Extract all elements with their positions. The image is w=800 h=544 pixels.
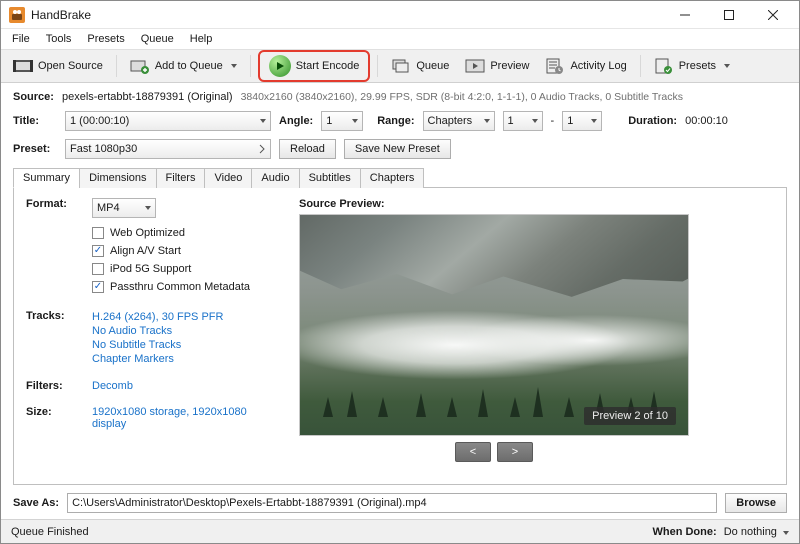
preview-next-button[interactable]: > — [497, 442, 533, 462]
presets-icon — [654, 56, 674, 76]
log-icon — [545, 56, 565, 76]
size-value[interactable]: 1920x1080 storage, 1920x1080 display — [92, 406, 281, 430]
range-to-dropdown[interactable]: 1 — [562, 111, 602, 131]
preset-label: Preset: — [13, 143, 57, 155]
range-type-dropdown[interactable]: Chapters — [423, 111, 495, 131]
source-info: 3840x2160 (3840x2160), 29.99 FPS, SDR (8… — [241, 91, 683, 103]
save-as-label: Save As: — [13, 497, 59, 509]
duration-value: 00:00:10 — [685, 115, 728, 127]
main-toolbar: Open Source Add to Queue Start Encode Qu… — [1, 49, 799, 83]
source-name: pexels-ertabbt-18879391 (Original) — [62, 91, 233, 103]
title-label: Title: — [13, 115, 57, 127]
when-done-dropdown[interactable]: Do nothing — [724, 526, 789, 538]
source-preview[interactable]: Preview 2 of 10 — [299, 214, 689, 436]
menu-queue[interactable]: Queue — [134, 31, 181, 47]
angle-label: Angle: — [279, 115, 313, 127]
app-icon — [9, 7, 25, 23]
tab-bar: Summary Dimensions Filters Video Audio S… — [13, 167, 787, 188]
source-preview-label: Source Preview: — [299, 198, 774, 210]
tab-dimensions[interactable]: Dimensions — [79, 168, 156, 188]
filters-label: Filters: — [26, 380, 92, 392]
track-item[interactable]: Chapter Markers — [92, 352, 281, 366]
tab-filters[interactable]: Filters — [156, 168, 206, 188]
size-label: Size: — [26, 406, 92, 418]
maximize-button[interactable] — [707, 1, 751, 29]
activity-log-button[interactable]: Activity Log — [539, 52, 632, 80]
preset-row: Preset: Fast 1080p30 Reload Save New Pre… — [1, 135, 799, 163]
save-new-preset-button[interactable]: Save New Preset — [344, 139, 451, 159]
tracks-list: H.264 (x264), 30 FPS PFR No Audio Tracks… — [92, 310, 281, 366]
menu-file[interactable]: File — [5, 31, 37, 47]
summary-left: Format: MP4 Web Optimized Align A/V Star… — [26, 198, 281, 478]
queue-button[interactable]: Queue — [385, 52, 455, 80]
duration-label: Duration: — [628, 115, 677, 127]
web-optimized-checkbox[interactable]: Web Optimized — [92, 224, 281, 242]
close-button[interactable] — [751, 1, 795, 29]
browse-button[interactable]: Browse — [725, 493, 787, 513]
tab-subtitles[interactable]: Subtitles — [299, 168, 361, 188]
menu-help[interactable]: Help — [183, 31, 220, 47]
passthru-metadata-checkbox[interactable]: Passthru Common Metadata — [92, 278, 281, 296]
add-to-queue-button[interactable]: Add to Queue — [124, 52, 243, 80]
chevron-right-icon — [258, 144, 266, 154]
chevron-down-icon — [231, 64, 237, 68]
align-av-checkbox[interactable]: Align A/V Start — [92, 242, 281, 260]
summary-panel: Format: MP4 Web Optimized Align A/V Star… — [13, 188, 787, 485]
preview-prev-button[interactable]: < — [455, 442, 491, 462]
track-item[interactable]: No Subtitle Tracks — [92, 338, 281, 352]
tab-summary[interactable]: Summary — [13, 168, 80, 188]
save-as-row: Save As: Browse — [1, 487, 799, 519]
status-text: Queue Finished — [11, 526, 89, 538]
title-dropdown[interactable]: 1 (00:00:10) — [65, 111, 271, 131]
preview-icon — [465, 56, 485, 76]
app-window: HandBrake File Tools Presets Queue Help … — [0, 0, 800, 544]
source-label: Source: — [13, 91, 54, 103]
start-encode-highlight: Start Encode — [258, 50, 371, 82]
ipod-5g-checkbox[interactable]: iPod 5G Support — [92, 260, 281, 278]
range-from-dropdown[interactable]: 1 — [503, 111, 543, 131]
save-as-input[interactable] — [67, 493, 717, 513]
tab-chapters[interactable]: Chapters — [360, 168, 425, 188]
range-label: Range: — [377, 115, 414, 127]
preview-counter: Preview 2 of 10 — [584, 407, 676, 425]
start-encode-button[interactable]: Start Encode — [263, 52, 366, 80]
menu-tools[interactable]: Tools — [39, 31, 79, 47]
track-item[interactable]: H.264 (x264), 30 FPS PFR — [92, 310, 281, 324]
reload-button[interactable]: Reload — [279, 139, 336, 159]
tab-video[interactable]: Video — [204, 168, 252, 188]
format-dropdown[interactable]: MP4 — [92, 198, 156, 218]
queue-icon — [391, 56, 411, 76]
format-label: Format: — [26, 198, 92, 210]
preview-button[interactable]: Preview — [459, 52, 535, 80]
tracks-label: Tracks: — [26, 310, 92, 322]
track-item[interactable]: No Audio Tracks — [92, 324, 281, 338]
menu-presets[interactable]: Presets — [80, 31, 131, 47]
title-bar: HandBrake — [1, 1, 799, 29]
preset-dropdown[interactable]: Fast 1080p30 — [65, 139, 271, 159]
open-source-button[interactable]: Open Source — [7, 52, 109, 80]
when-done: When Done: Do nothing — [652, 526, 789, 538]
source-row: Source: pexels-ertabbt-18879391 (Origina… — [1, 87, 799, 107]
status-bar: Queue Finished When Done: Do nothing — [1, 519, 799, 543]
film-icon — [13, 56, 33, 76]
minimize-button[interactable] — [663, 1, 707, 29]
presets-button[interactable]: Presets — [648, 52, 736, 80]
title-row: Title: 1 (00:00:10) Angle: 1 Range: Chap… — [1, 107, 799, 135]
angle-dropdown[interactable]: 1 — [321, 111, 363, 131]
chevron-down-icon — [724, 64, 730, 68]
summary-right: Source Preview: Preview 2 of 10 — [299, 198, 774, 478]
window-title: HandBrake — [31, 8, 663, 22]
add-queue-icon — [130, 56, 150, 76]
tab-audio[interactable]: Audio — [251, 168, 299, 188]
menu-bar: File Tools Presets Queue Help — [1, 29, 799, 49]
play-icon — [269, 55, 291, 77]
filters-value[interactable]: Decomb — [92, 380, 281, 392]
